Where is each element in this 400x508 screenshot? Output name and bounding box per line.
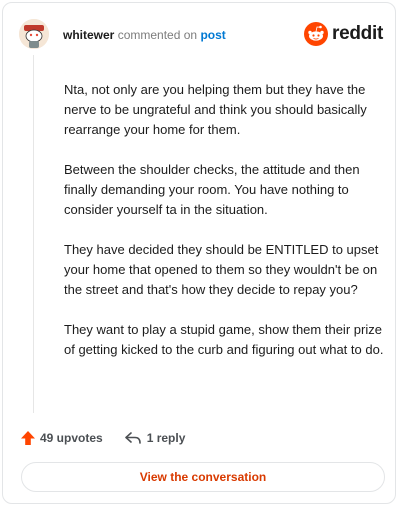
comment-paragraph: They want to play a stupid game, show th… <box>64 322 384 357</box>
upvote-button[interactable]: 49 upvotes <box>20 430 103 446</box>
reddit-logo[interactable]: reddit <box>304 19 383 49</box>
byline-action-text: commented on <box>117 28 198 42</box>
upvote-arrow-icon <box>21 431 35 445</box>
upvote-count: 49 upvotes <box>40 431 103 445</box>
comment-paragraph: They have decided they should be ENTITLE… <box>64 242 379 297</box>
reddit-wordmark: reddit <box>332 23 383 44</box>
comment-body: Nta, not only are you helping them but t… <box>64 80 386 380</box>
comment-header: whitewer commented on post reddit <box>19 17 383 53</box>
thread-line <box>33 55 34 413</box>
reply-arrow-icon <box>124 432 141 444</box>
comment-paragraph: Nta, not only are you helping them but t… <box>64 82 367 137</box>
user-avatar[interactable] <box>19 19 49 49</box>
comment-card: whitewer commented on post reddit Nta, n… <box>2 2 396 504</box>
reddit-alien-icon <box>304 22 329 46</box>
comment-byline: whitewer commented on post <box>63 28 226 42</box>
reply-button[interactable]: 1 reply <box>124 431 186 445</box>
reply-count: 1 reply <box>146 431 186 445</box>
snoo-avatar-icon <box>19 19 49 49</box>
comment-paragraph: Between the shoulder checks, the attitud… <box>64 162 360 217</box>
username-link[interactable]: whitewer <box>63 28 114 42</box>
comment-footer: 49 upvotes 1 reply <box>20 428 185 448</box>
view-conversation-button[interactable]: View the conversation <box>21 462 385 492</box>
post-link[interactable]: post <box>200 28 225 42</box>
